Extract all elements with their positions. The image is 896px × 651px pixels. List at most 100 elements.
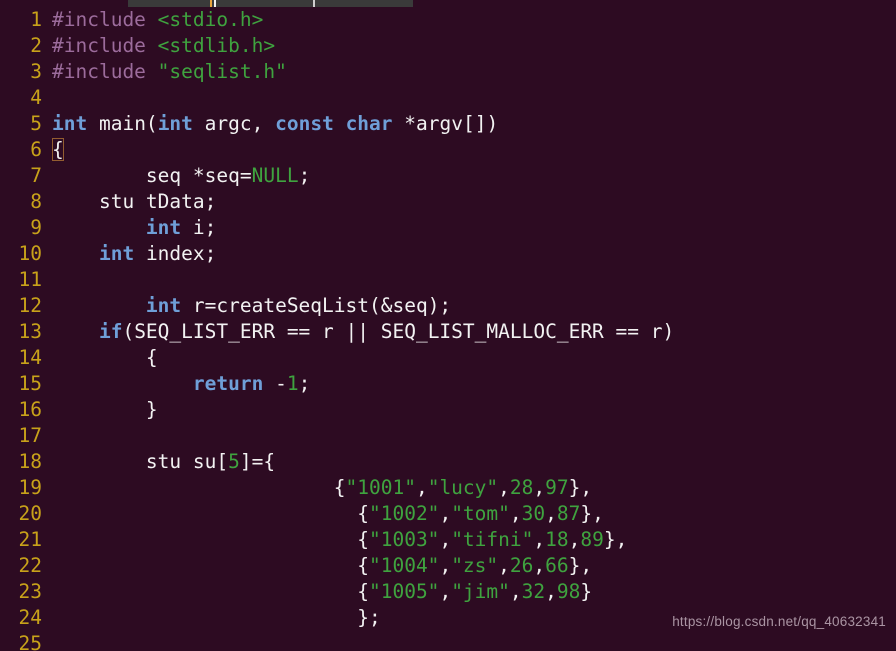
code-line[interactable]: 1 #include <stdio.h> — [0, 7, 896, 33]
code-token: , — [498, 554, 510, 577]
line-number: 13 — [18, 320, 42, 343]
code-line[interactable]: 13 if(SEQ_LIST_ERR == r || SEQ_LIST_MALL… — [0, 319, 896, 345]
code-token: int — [157, 112, 193, 135]
code-token: , — [415, 476, 428, 499]
code-line[interactable]: 23 {"1005","jim",32,98} — [0, 579, 896, 605]
line-content[interactable]: seq *seq=NULL; — [42, 163, 896, 189]
line-content[interactable]: { — [42, 137, 896, 163]
line-number: 5 — [30, 112, 42, 135]
code-line[interactable]: 6{ — [0, 137, 896, 163]
code-token: }, — [568, 476, 593, 499]
code-line[interactable]: 15 return -1; — [0, 371, 896, 397]
line-content[interactable]: #include <stdio.h> — [42, 7, 896, 33]
line-content[interactable]: {"1005","jim",32,98} — [42, 579, 896, 605]
code-line[interactable]: 14 { — [0, 345, 896, 371]
code-line[interactable]: 25 — [0, 631, 896, 651]
code-token: { — [52, 502, 369, 525]
code-line[interactable]: 4 — [0, 85, 896, 111]
code-token: { — [52, 346, 158, 369]
line-content[interactable]: {"1002","tom",30,87}, — [42, 501, 896, 527]
code-token: , — [509, 580, 522, 603]
code-token: <stdlib.h> — [157, 34, 276, 57]
code-token: ]={ — [239, 450, 276, 473]
code-line[interactable]: 10 int index; — [0, 241, 896, 267]
code-token: , — [545, 580, 557, 603]
code-token: , — [533, 528, 546, 551]
line-number: 22 — [18, 554, 42, 577]
code-token: }, — [580, 502, 604, 525]
line-content[interactable]: if(SEQ_LIST_ERR == r || SEQ_LIST_MALLOC_… — [42, 319, 896, 345]
code-line[interactable]: 12 int r=createSeqList(&seq); — [0, 293, 896, 319]
line-content[interactable]: stu tData; — [42, 189, 896, 215]
line-content[interactable]: {"1003","tifni",18,89}, — [42, 527, 896, 553]
code-token: (SEQ_LIST_ERR == r || SEQ_LIST_MALLOC_ER… — [122, 320, 675, 343]
code-token: 5 — [228, 450, 240, 473]
code-line[interactable]: 3 #include "seqlist.h" — [0, 59, 896, 85]
code-token: 28 — [509, 476, 534, 499]
code-line[interactable]: 11 — [0, 267, 896, 293]
code-line[interactable]: 7 seq *seq=NULL; — [0, 163, 896, 189]
code-token: 66 — [545, 554, 569, 577]
line-content[interactable]: #include "seqlist.h" — [42, 59, 896, 85]
line-number: 4 — [30, 86, 42, 109]
code-line[interactable]: 8 stu tData; — [0, 189, 896, 215]
line-content[interactable]: int r=createSeqList(&seq); — [42, 293, 896, 319]
code-line[interactable]: 20 {"1002","tom",30,87}, — [0, 501, 896, 527]
line-number: 10 — [18, 242, 42, 265]
code-line[interactable]: 2 #include <stdlib.h> — [0, 33, 896, 59]
code-line[interactable]: 16 } — [0, 397, 896, 423]
code-editor-area[interactable]: 1 #include <stdio.h> 2 #include <stdlib.h> 3… — [0, 7, 896, 651]
code-token: *argv[]) — [392, 112, 499, 135]
code-token: 1 — [286, 372, 299, 395]
line-number: 25 — [18, 632, 42, 651]
line-number: 12 — [18, 294, 42, 317]
line-content[interactable]: return -1; — [42, 371, 896, 397]
code-token: "jim" — [451, 580, 510, 603]
line-content[interactable]: int index; — [42, 241, 896, 267]
code-token: main( — [87, 112, 158, 135]
code-token: 32 — [521, 580, 546, 603]
code-token: #include — [52, 34, 158, 57]
code-token: "1001" — [345, 476, 416, 499]
line-content[interactable]: stu su[5]={ — [42, 449, 896, 475]
code-token: "1002" — [368, 502, 440, 525]
code-token: , — [533, 476, 546, 499]
code-line[interactable]: 17 — [0, 423, 896, 449]
line-content[interactable]: { — [42, 345, 896, 371]
line-number: 16 — [18, 398, 42, 421]
code-line[interactable]: 21 {"1003","tifni",18,89}, — [0, 527, 896, 553]
code-token: , — [568, 528, 581, 551]
code-token: stu su[ — [52, 450, 229, 473]
code-line[interactable]: 22 {"1004","zs",26,66}, — [0, 553, 896, 579]
code-token: , — [533, 554, 546, 577]
line-number: 17 — [18, 424, 42, 447]
code-token: i; — [181, 216, 217, 239]
title-bar-marker-1 — [210, 0, 212, 7]
code-line[interactable]: 19 {"1001","lucy",28,97}, — [0, 475, 896, 501]
code-token: , — [498, 476, 510, 499]
code-token: , — [439, 502, 452, 525]
code-line[interactable]: 18 stu su[5]={ — [0, 449, 896, 475]
code-token: NULL — [251, 164, 299, 187]
code-token: 26 — [509, 554, 534, 577]
line-number: 19 — [18, 476, 42, 499]
code-token: "1004" — [368, 554, 440, 577]
code-line[interactable]: 9 int i; — [0, 215, 896, 241]
line-content[interactable]: int i; — [42, 215, 896, 241]
title-bar-marker-2 — [214, 0, 216, 7]
line-content[interactable]: {"1001","lucy",28,97}, — [42, 475, 896, 501]
line-content[interactable]: } — [42, 397, 896, 423]
code-token: } — [580, 580, 593, 603]
code-token: 97 — [545, 476, 569, 499]
code-token: 98 — [556, 580, 581, 603]
code-token: "tom" — [451, 502, 510, 525]
code-token: r=createSeqList(&seq); — [181, 294, 452, 317]
line-content[interactable]: {"1004","zs",26,66}, — [42, 553, 896, 579]
line-content[interactable]: int main(int argc, const char *argv[]) — [42, 111, 896, 137]
line-content[interactable]: #include <stdlib.h> — [42, 33, 896, 59]
code-line[interactable]: 5 int main(int argc, const char *argv[]) — [0, 111, 896, 137]
code-token: , — [439, 554, 452, 577]
code-token: "lucy" — [427, 476, 499, 499]
code-token: int — [145, 294, 182, 317]
